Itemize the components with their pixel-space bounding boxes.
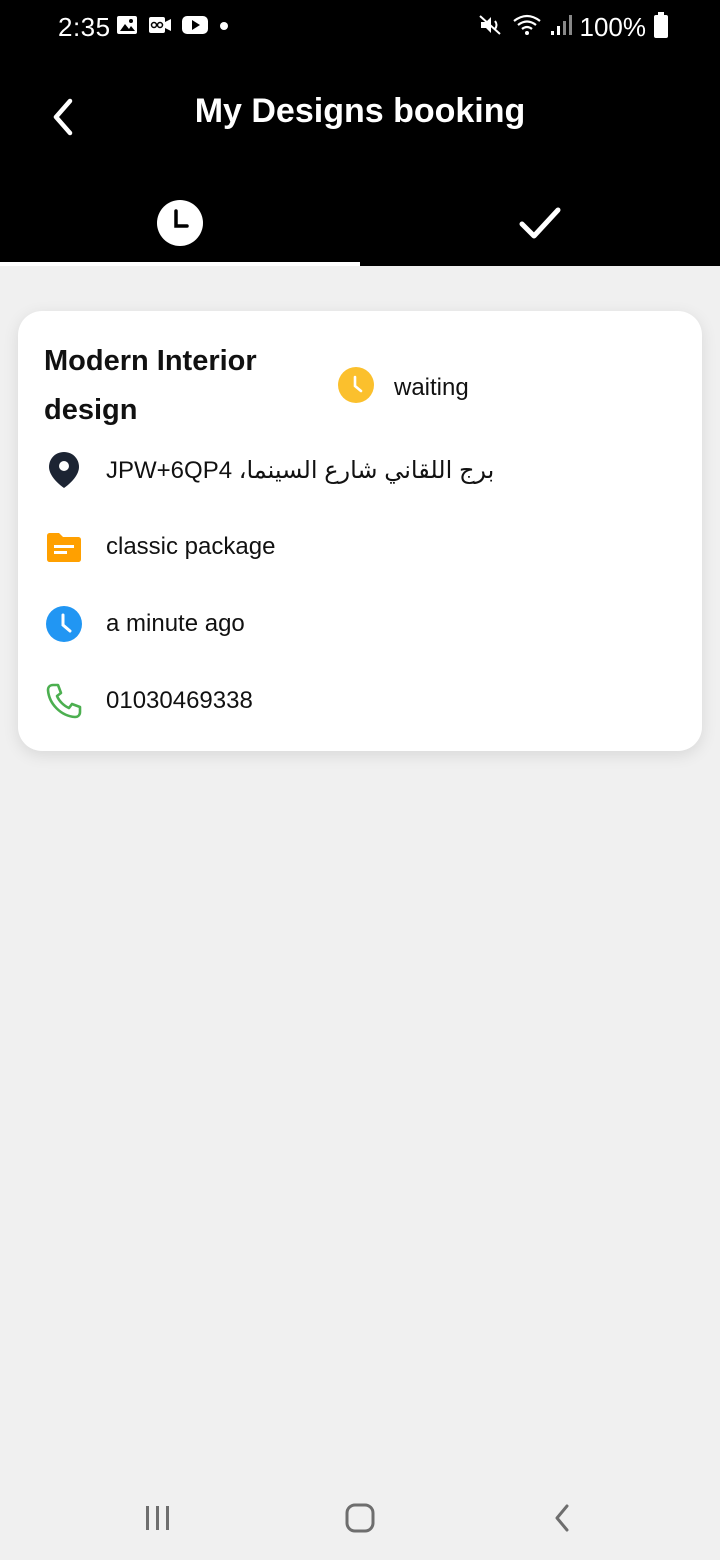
address-row: JPW+6QPبرج اللقاني شارع السينما، 4 (44, 450, 494, 490)
recent-apps-button[interactable] (128, 1498, 188, 1542)
phone-text: 01030469338 (106, 687, 253, 714)
tab-bar (0, 184, 720, 266)
wifi-icon (512, 13, 542, 42)
package-row: classic package (44, 527, 275, 567)
app-bar: My Designs booking (0, 54, 720, 266)
back-arrow-icon (552, 1503, 572, 1538)
folder-icon (44, 527, 84, 567)
notification-icons (116, 14, 230, 41)
system-back-button[interactable] (532, 1498, 592, 1542)
status-badge: waiting (338, 367, 469, 408)
booking-card[interactable]: Modern Interior design waiting JPW+6QPبر… (18, 311, 702, 751)
check-icon (518, 203, 562, 248)
page-title: My Designs booking (194, 92, 526, 130)
voicemail-icon (148, 14, 172, 41)
recent-apps-icon (143, 1504, 173, 1537)
time-row: a minute ago (44, 604, 245, 644)
phone-row[interactable]: 01030469338 (44, 681, 253, 721)
phone-icon (44, 681, 84, 721)
clock-icon (338, 367, 374, 408)
tab-pending[interactable] (0, 184, 360, 266)
status-time: 2:35 (58, 12, 111, 42)
home-button[interactable] (330, 1498, 390, 1542)
time-text: a minute ago (106, 610, 245, 637)
battery-percent: 100% (579, 12, 647, 42)
signal-icon (550, 13, 572, 42)
system-nav-bar (0, 1480, 720, 1560)
address-text: JPW+6QPبرج اللقاني شارع السينما، 4 (106, 456, 495, 484)
tab-indicator (0, 262, 360, 266)
dot-icon (218, 19, 230, 37)
image-icon (116, 14, 138, 41)
package-text: classic package (106, 533, 276, 560)
status-bar: 2:35 100% (0, 0, 720, 54)
system-status: 100% (478, 12, 668, 43)
home-icon (344, 1502, 376, 1539)
time-icon (44, 604, 84, 644)
tab-completed[interactable] (360, 184, 720, 266)
mute-icon (478, 13, 504, 42)
location-pin-icon (44, 450, 84, 490)
clock-icon (157, 199, 203, 251)
youtube-icon (182, 15, 208, 40)
status-text: waiting (394, 373, 469, 401)
booking-title: Modern Interior design (44, 345, 257, 426)
battery-icon (654, 12, 668, 43)
